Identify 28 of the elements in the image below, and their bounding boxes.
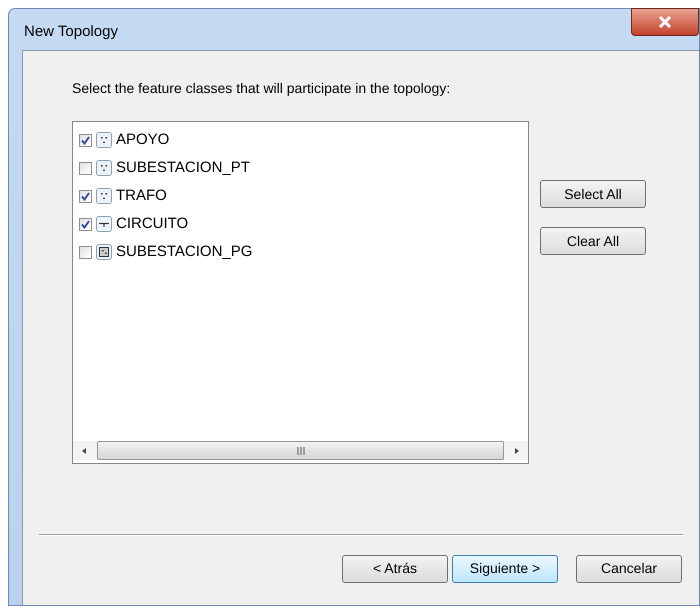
checkmark-icon [81,136,90,144]
feature-class-name[interactable]: SUBESTACION_PG [116,240,252,264]
grip-icon [296,446,304,454]
checkbox[interactable] [79,190,92,202]
checkbox[interactable] [79,162,92,174]
close-icon [658,16,672,28]
dialog-button[interactable]: Clear All [540,227,646,255]
checkbox[interactable] [79,134,92,146]
dialog-button[interactable]: < Atrás [342,554,448,582]
polygon-layer-icon [96,244,112,260]
dialog-button[interactable]: Siguiente > [452,554,558,582]
dialog-button[interactable]: Cancelar [576,554,682,582]
checkmark-icon [81,220,90,228]
feature-class-name[interactable]: SUBESTACION_PT [116,156,250,180]
window-title: New Topology [24,22,118,42]
point-layer-icon [96,160,112,176]
close-button[interactable] [631,8,699,36]
feature-class-name[interactable]: TRAFO [116,184,167,208]
point-layer-icon [96,132,112,148]
checkbox[interactable] [79,246,92,258]
point-layer-icon [96,188,112,204]
checkmark-icon [81,192,90,200]
instruction-text: Select the feature classes that will participate in the topology: [72,79,452,98]
checkbox[interactable] [79,218,92,230]
line-layer-icon [96,216,112,232]
dialog-button[interactable]: Select All [540,180,646,208]
feature-class-name[interactable]: CIRCUITO [116,212,188,236]
feature-class-name[interactable]: APOYO [116,128,170,152]
